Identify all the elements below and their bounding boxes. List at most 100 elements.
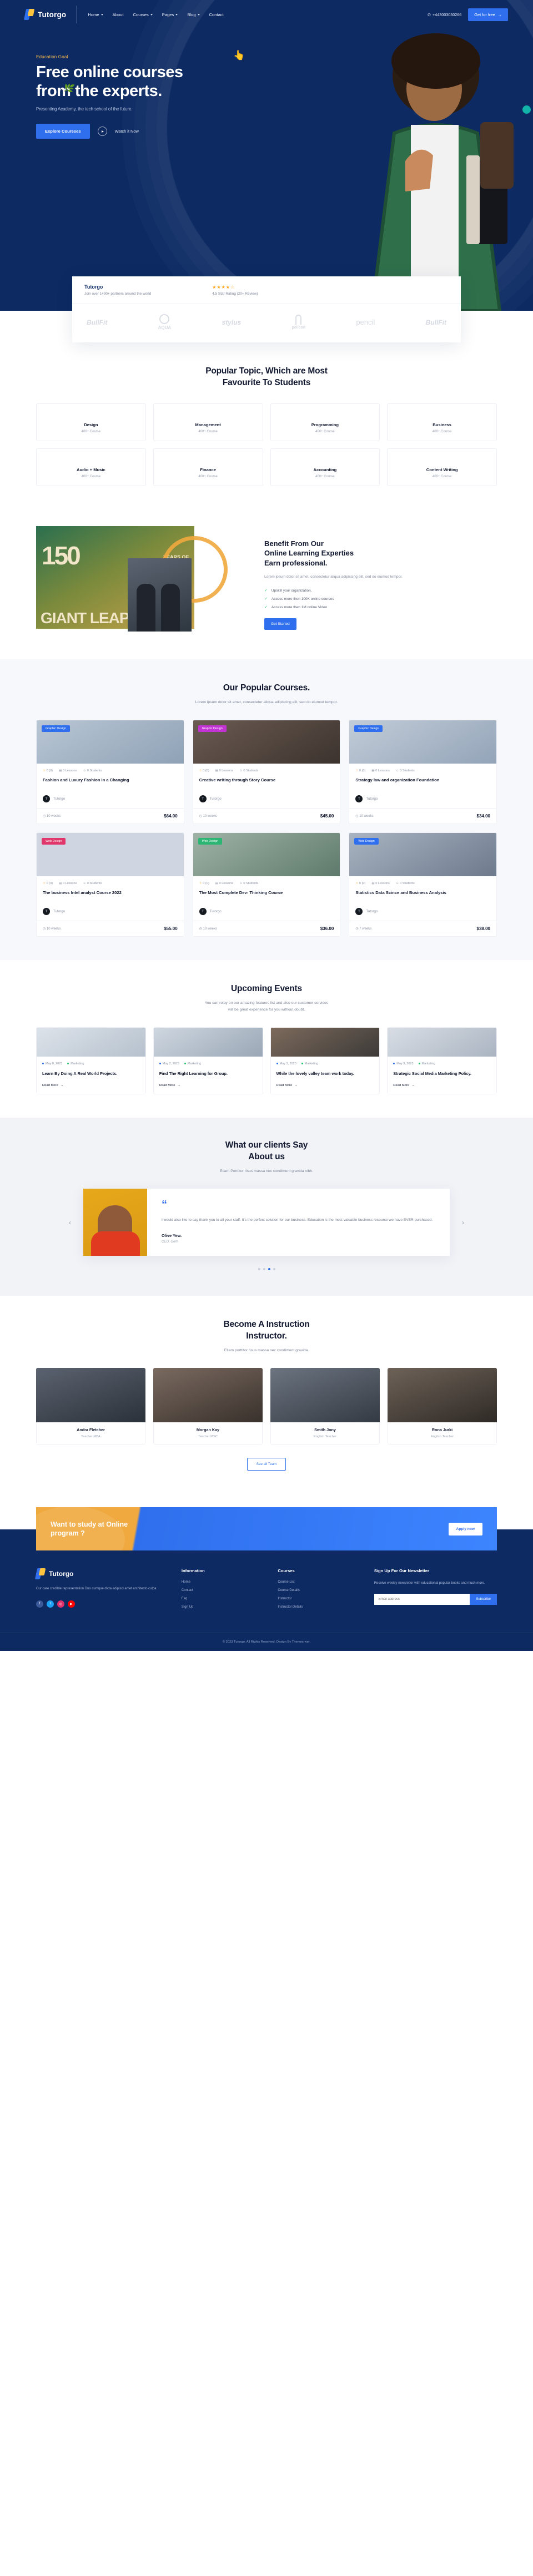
event-card[interactable]: May 3, 2023 Marketing Strategic Social Me… [387, 1027, 497, 1094]
carousel-dot[interactable] [273, 1268, 275, 1271]
footer-link[interactable]: Instructor [278, 1597, 359, 1600]
teal-dot-decoration [522, 105, 531, 114]
footer-link[interactable]: Home [182, 1580, 263, 1584]
footer-link[interactable]: Faq [182, 1597, 263, 1600]
testimonial-photo [83, 1189, 147, 1256]
youtube-icon[interactable]: ▶ [68, 1600, 75, 1608]
phone-number: +443003030266 [433, 12, 462, 17]
event-card[interactable]: May 8, 2023 Marketing Learn By Doing A Re… [36, 1027, 146, 1094]
course-card[interactable]: Web Design ☆ 0 (0) ▤ 0 Lessons ☺ 0 Stude… [349, 832, 497, 937]
carousel-dot[interactable] [263, 1268, 265, 1271]
event-card[interactable]: May 3, 2023 Marketing While the lovely va… [270, 1027, 380, 1094]
instructor-card[interactable]: Morgan Kay Teacher MSC [153, 1368, 263, 1445]
testimonial-card: ‹ › “ I would also like to say thank you… [69, 1189, 464, 1256]
course-lessons: ▤ 0 Lessons [59, 769, 77, 773]
nav-item-blog[interactable]: Blog [187, 12, 200, 17]
course-price: $36.00 [320, 926, 334, 932]
carousel-next-button[interactable]: › [462, 1219, 464, 1226]
partners-rating-text: 4.5 Star Rating (20+ Review) [212, 291, 258, 296]
hero-title-line1: Free online courses [36, 63, 183, 81]
footer-link[interactable]: Sign Up [182, 1605, 263, 1609]
twitter-icon[interactable]: t [47, 1600, 54, 1608]
carousel-prev-button[interactable]: ‹ [69, 1219, 71, 1226]
nav-item-courses[interactable]: Courses [133, 12, 153, 17]
navbar-right: ✆ +443003030266 Get for free → [428, 8, 508, 21]
event-card[interactable]: May 2, 2023 Marketing Find The Right Lear… [153, 1027, 263, 1094]
event-category: Marketing [67, 1062, 84, 1065]
course-footer: ◷ 10 weeks $64.00 [37, 808, 184, 824]
testimonial-title-line1: What our clients Say [225, 1140, 308, 1150]
course-rating: ☆ 0 (0) [355, 882, 366, 886]
testimonial-author-role: CEO, Gerh [162, 1240, 178, 1244]
footer-logo[interactable]: Tutorgo [34, 1568, 167, 1580]
watch-now-label[interactable]: Watch it Now [115, 129, 139, 134]
carousel-dots[interactable] [0, 1268, 533, 1271]
course-author: T Tutorgo [199, 908, 334, 921]
topic-name: Audio + Music [77, 467, 105, 472]
site-logo[interactable]: Tutorgo [23, 6, 77, 23]
instructor-card[interactable]: Andra Fletcher Teacher MBA [36, 1368, 145, 1445]
footer-link[interactable]: Course List [278, 1580, 359, 1584]
nav-item-home[interactable]: Home [88, 12, 103, 17]
nav-item-pages[interactable]: Pages [162, 12, 178, 17]
event-read-more[interactable]: Read More → [393, 1084, 491, 1087]
play-button-icon[interactable] [97, 127, 107, 137]
event-read-more[interactable]: Read More → [159, 1084, 257, 1087]
course-card[interactable]: Graphic Design ☆ 0 (0) ▤ 0 Lessons ☺ 0 S… [349, 720, 497, 825]
carousel-dot-active[interactable] [268, 1268, 270, 1271]
event-read-more[interactable]: Read More → [276, 1084, 374, 1087]
topic-card[interactable]: Audio + Music 400+ Course [36, 448, 146, 486]
course-lessons: ▤ 0 Lessons [215, 882, 234, 886]
instructor-role: Teacher MBA [81, 1435, 100, 1439]
course-author: T Tutorgo [355, 795, 490, 808]
instructor-card[interactable]: Rona Jurki English Teacher [388, 1368, 497, 1445]
explore-courses-button[interactable]: Explore Coureses [36, 124, 90, 139]
course-card[interactable]: Graphic Design ☆ 0 (0) ▤ 0 Lessons ☺ 0 S… [192, 720, 341, 825]
newsletter-email-input[interactable] [374, 1593, 470, 1605]
course-meta: ☆ 0 (0) ▤ 0 Lessons ☺ 0 Students [355, 769, 490, 772]
instructor-role: Teacher MSC [198, 1435, 218, 1439]
instructor-card[interactable]: Smith Jony English Teacher [270, 1368, 380, 1445]
topic-card[interactable]: Programming 400+ Course [270, 403, 380, 441]
topic-card[interactable]: Finance 400+ Course [153, 448, 263, 486]
course-card[interactable]: Web Design ☆ 0 (0) ▤ 0 Lessons ☺ 0 Stude… [192, 832, 341, 937]
facebook-icon[interactable]: f [36, 1600, 43, 1608]
course-price: $38.00 [476, 926, 490, 932]
event-read-more[interactable]: Read More → [42, 1084, 140, 1087]
chevron-down-icon [197, 13, 200, 16]
event-category: Marketing [418, 1062, 435, 1065]
topic-card[interactable]: Accounting 400+ Course [270, 448, 380, 486]
footer-link[interactable]: Contact [182, 1589, 263, 1592]
get-for-free-label: Get for free [474, 12, 495, 17]
nav-item-about[interactable]: About [113, 12, 124, 17]
course-duration: ◷ 10 weeks [355, 815, 374, 819]
benefit-bullets: ✓ Upskill your organization. ✓ Access more… [264, 588, 497, 610]
hero-eyebrow: Education Goal [36, 54, 68, 59]
get-for-free-button[interactable]: Get for free → [468, 8, 508, 21]
carousel-dot[interactable] [258, 1268, 260, 1271]
benefit-title-line2: Online Learning Experties [264, 549, 354, 558]
newsletter-subscribe-button[interactable]: Subscribe [470, 1593, 497, 1605]
course-card[interactable]: Web Design ☆ 0 (0) ▤ 0 Lessons ☺ 0 Stude… [36, 832, 184, 937]
footer-link[interactable]: Course Details [278, 1589, 359, 1592]
topic-card[interactable]: Design 400+ Course [36, 403, 146, 441]
partners-rating-block: ★★★★☆ 4.5 Star Rating (20+ Review) [212, 285, 258, 296]
topic-card[interactable]: Management 400+ Course [153, 403, 263, 441]
nav-item-contact[interactable]: Contact [209, 12, 224, 17]
course-card[interactable]: Graphic Design ☆ 0 (0) ▤ 0 Lessons ☺ 0 S… [36, 720, 184, 825]
instructor-name: Morgan Kay [196, 1427, 220, 1433]
popular-topics-section: Popular Topic, Which are Most Favourite … [0, 342, 533, 509]
partners-logo-row: BullFit AQUA stylus pelicon pencil BullF… [72, 304, 461, 342]
topic-card[interactable]: Content Writing 400+ Course [387, 448, 497, 486]
get-started-button[interactable]: Get Started [264, 618, 296, 630]
event-meta: May 3, 2023 Marketing [276, 1062, 374, 1065]
instagram-icon[interactable]: ◎ [57, 1600, 64, 1608]
apply-now-button[interactable]: Apply now [448, 1522, 482, 1536]
topic-card[interactable]: Business 400+ Course [387, 403, 497, 441]
events-grid: May 8, 2023 Marketing Learn By Doing A Re… [36, 1027, 497, 1094]
footer-brand-column: Tutorgo Our care credible representation… [34, 1568, 167, 1614]
see-all-team-button[interactable]: See all Team [247, 1458, 286, 1471]
instructor-photo [36, 1368, 145, 1423]
phone-link[interactable]: ✆ +443003030266 [428, 12, 461, 17]
footer-link[interactable]: Instructor Details [278, 1605, 359, 1609]
